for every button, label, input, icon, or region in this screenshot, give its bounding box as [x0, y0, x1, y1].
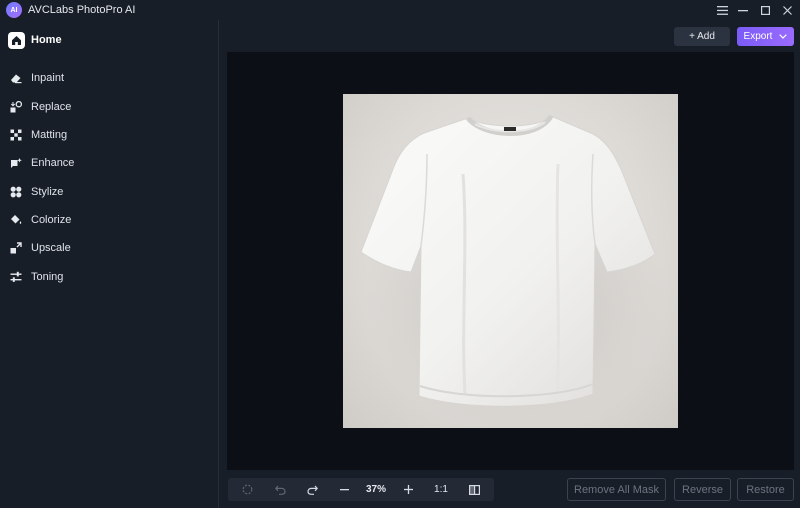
sidebar-item-toning[interactable]: Toning — [10, 268, 63, 286]
sidebar-item-label: Stylize — [31, 186, 64, 198]
home-icon — [8, 31, 25, 49]
upscale-icon — [10, 242, 22, 254]
sidebar-item-replace[interactable]: Replace — [10, 98, 71, 116]
actual-size-button[interactable]: 1:1 — [428, 478, 454, 501]
maximize-icon[interactable] — [754, 0, 776, 20]
add-button[interactable]: + Add — [674, 27, 730, 46]
sidebar-item-inpaint[interactable]: Inpaint — [10, 69, 64, 87]
add-button-label: + Add — [689, 31, 715, 42]
zoom-out-icon[interactable] — [333, 478, 355, 501]
compare-icon[interactable] — [463, 478, 485, 501]
stylize-icon — [10, 186, 22, 198]
sidebar-item-label: Colorize — [31, 214, 72, 226]
export-button[interactable]: Export — [737, 27, 794, 46]
undo-icon[interactable] — [269, 478, 291, 501]
sidebar-item-colorize[interactable]: Colorize — [10, 211, 71, 229]
zoom-in-icon[interactable] — [397, 478, 419, 501]
sidebar-item-label: Enhance — [31, 157, 75, 169]
tshirt-image — [360, 114, 665, 428]
replace-icon — [10, 101, 22, 113]
sidebar-item-enhance[interactable]: Enhance — [10, 154, 74, 172]
remove-all-mask-button[interactable]: Remove All Mask — [567, 478, 666, 501]
matting-icon — [10, 129, 22, 141]
title-bar: AI AVCLabs PhotoPro AI — [0, 0, 800, 20]
eraser-icon — [10, 72, 22, 84]
lasso-icon[interactable] — [236, 478, 258, 501]
app-title: AVCLabs PhotoPro AI — [28, 4, 136, 16]
sidebar-item-label: Inpaint — [31, 72, 65, 84]
sidebar-item-label: Matting — [31, 129, 68, 141]
enhance-icon — [10, 157, 22, 169]
app-logo: AI — [6, 2, 22, 18]
sidebar-item-label: Replace — [31, 101, 72, 113]
canvas-toolbar: 37% 1:1 — [228, 478, 494, 501]
sidebar: Home Inpaint Replace Matting Enhance Sty… — [0, 20, 219, 508]
sidebar-item-matting[interactable]: Matting — [10, 126, 67, 144]
redo-icon[interactable] — [301, 478, 323, 501]
zoom-level: 37% — [365, 484, 386, 495]
sidebar-item-stylize[interactable]: Stylize — [10, 183, 63, 201]
sidebar-item-home[interactable]: Home — [8, 30, 62, 50]
sidebar-item-home-label: Home — [31, 34, 62, 46]
menu-icon[interactable] — [711, 0, 733, 20]
tshirt-photo — [343, 94, 678, 428]
chevron-down-icon — [779, 34, 788, 39]
toning-icon — [10, 271, 22, 283]
sidebar-item-upscale[interactable]: Upscale — [10, 239, 71, 257]
reverse-button[interactable]: Reverse — [674, 478, 731, 501]
sidebar-item-label: Upscale — [31, 242, 71, 254]
colorize-icon — [10, 214, 22, 226]
close-icon[interactable] — [776, 0, 798, 20]
minimize-icon[interactable] — [732, 0, 754, 20]
export-button-label: Export — [743, 31, 773, 42]
sidebar-item-label: Toning — [31, 271, 64, 283]
restore-button[interactable]: Restore — [737, 478, 794, 501]
